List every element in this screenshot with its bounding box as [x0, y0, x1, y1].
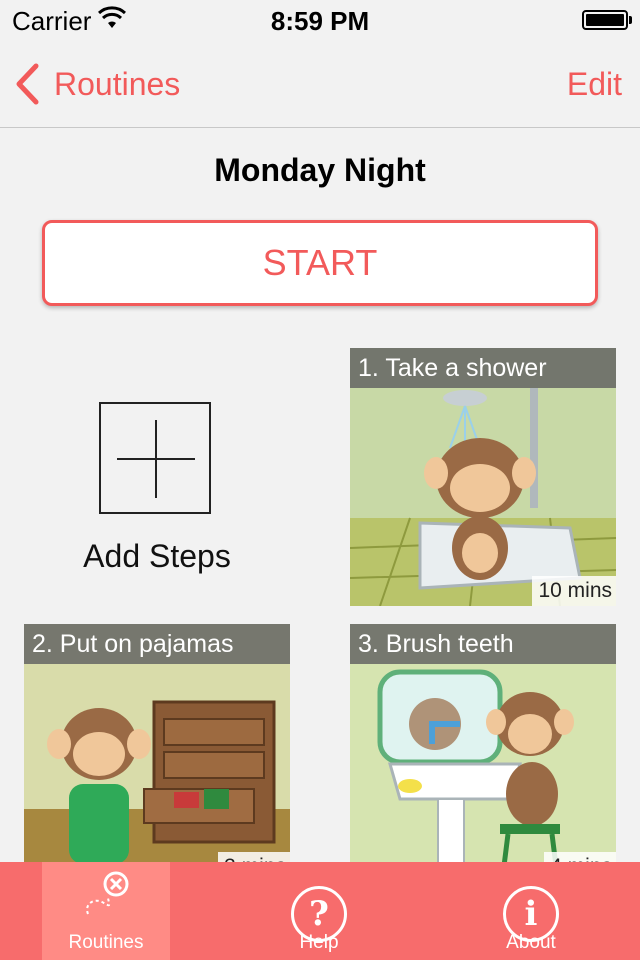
step-card-brush-teeth[interactable]: 3. Brush teeth 4 mins — [350, 624, 616, 882]
step-duration: 10 mins — [532, 576, 616, 606]
tab-routines[interactable]: Routines — [42, 862, 170, 960]
tab-about[interactable]: i About — [467, 862, 595, 960]
back-button-label: Routines — [54, 65, 181, 102]
plus-icon — [99, 402, 211, 514]
step-title: 2. Put on pajamas — [24, 624, 290, 664]
add-steps-label: Add Steps — [83, 538, 231, 574]
status-bar: Carrier 8:59 PM — [0, 0, 640, 40]
step-title: 1. Take a shower — [350, 348, 616, 388]
map-icon — [86, 871, 129, 915]
edit-button[interactable]: Edit — [567, 66, 622, 103]
step-card-put-on-pajamas[interactable]: 2. Put on pajamas 3 mins — [24, 624, 290, 882]
tab-label: About — [506, 932, 556, 953]
tab-label: Help — [299, 932, 339, 953]
step-title: 3. Brush teeth — [350, 624, 616, 664]
navigation-bar: Routines Edit — [0, 40, 640, 128]
chevron-left-icon — [16, 63, 39, 105]
tab-label: Routines — [68, 932, 144, 953]
start-button[interactable]: START — [42, 220, 598, 306]
routine-title: Monday Night — [214, 152, 426, 188]
add-steps-button[interactable]: Add Steps — [24, 348, 290, 606]
tab-help[interactable]: ? Help — [255, 862, 383, 960]
battery-icon — [582, 10, 632, 30]
tab-bar: Routines ? Help i About — [0, 862, 640, 960]
clock: 8:59 PM — [270, 6, 370, 36]
step-card-take-a-shower[interactable]: 1. Take a shower 10 mins — [350, 348, 616, 606]
back-button[interactable]: Routines — [14, 62, 180, 106]
